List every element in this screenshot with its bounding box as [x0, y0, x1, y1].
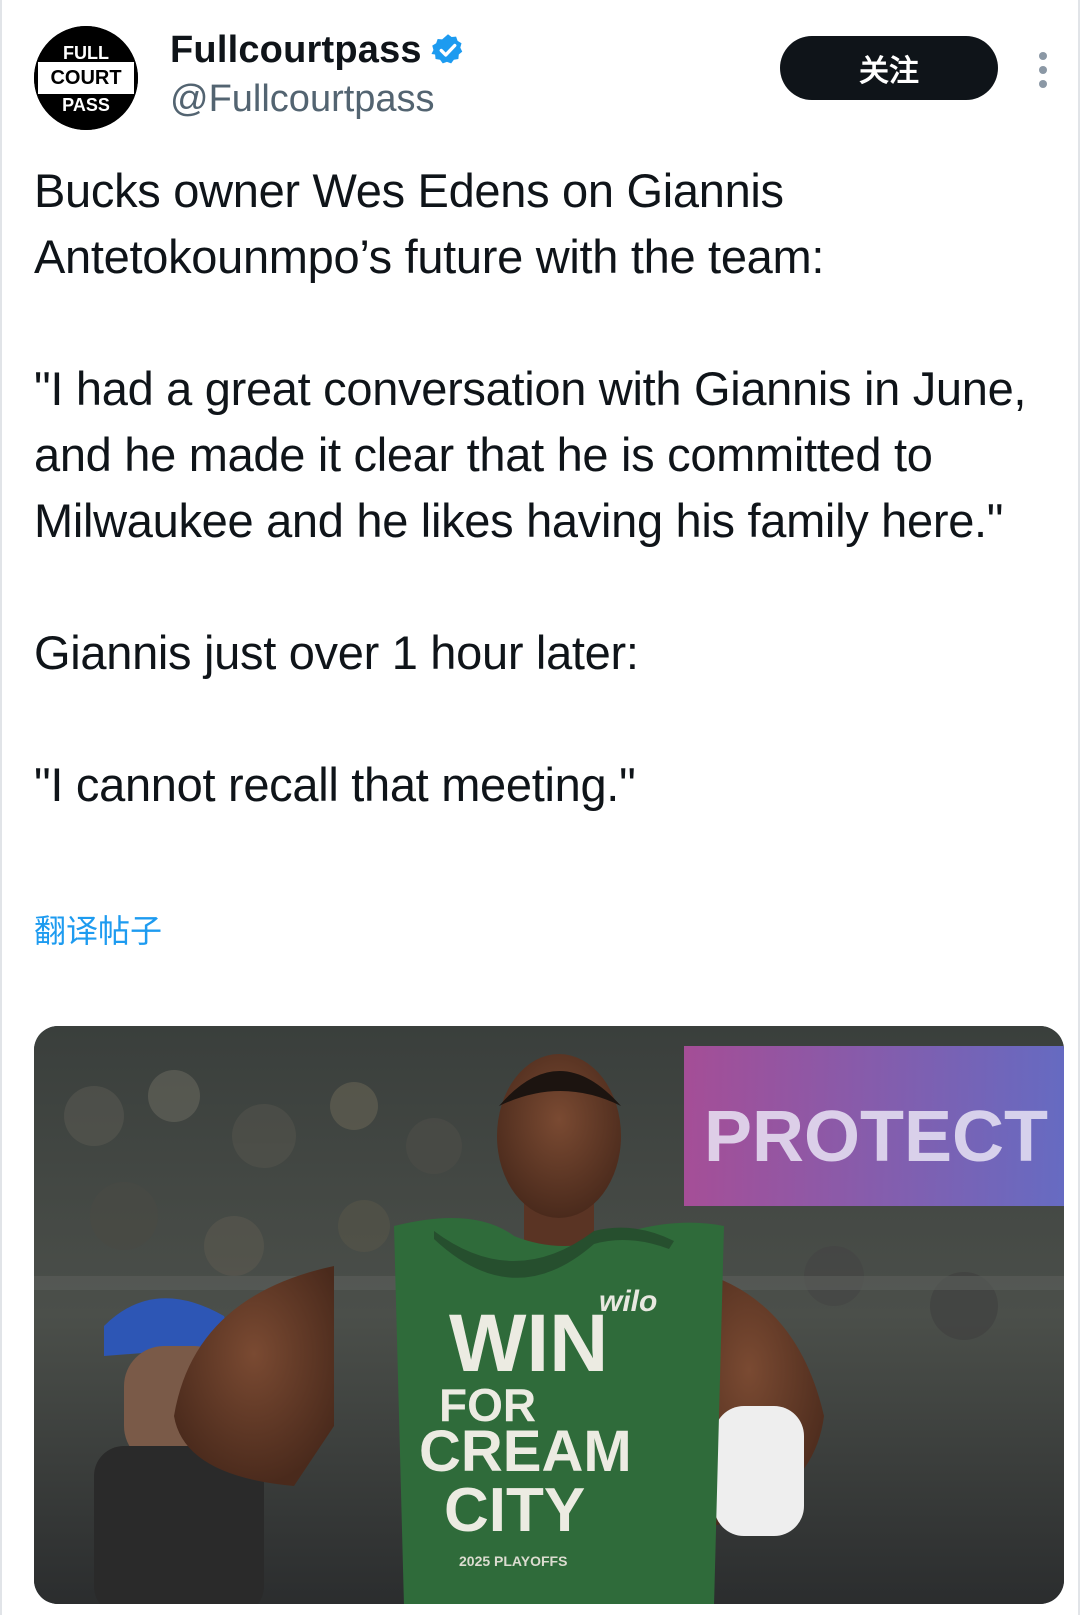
verified-badge-icon — [431, 34, 463, 64]
translate-post-link[interactable]: 翻译帖子 — [34, 906, 162, 952]
name-row: Fullcourtpass — [170, 22, 466, 78]
background-sign-text: PROTECT — [704, 1097, 1048, 1177]
account-handle[interactable]: @Fullcourtpass — [170, 78, 435, 121]
jersey-line-3: CREAM — [419, 1419, 632, 1484]
more-vertical-icon[interactable] — [1030, 48, 1056, 92]
display-name[interactable]: Fullcourtpass — [170, 29, 422, 72]
tweet-text: Bucks owner Wes Edens on Giannis Antetok… — [34, 158, 1044, 818]
left-border — [0, 0, 2, 1615]
logo-line-1: FULL — [63, 43, 109, 63]
logo-line-3: PASS — [62, 95, 110, 115]
tweet-header: FULL COURT PASS Fullcourtpass @Fullcourt… — [0, 0, 1080, 140]
tweet-paragraph: "I had a great conversation with Giannis… — [34, 362, 1027, 547]
jersey-line-1: WIN — [449, 1298, 608, 1389]
avatar[interactable]: FULL COURT PASS — [34, 26, 138, 130]
jersey-small-text: 2025 PLAYOFFS — [459, 1553, 567, 1569]
tweet-paragraph: Bucks owner Wes Edens on Giannis Antetok… — [34, 164, 825, 283]
follow-button[interactable]: 关注 — [780, 36, 998, 100]
logo-line-2: COURT — [50, 67, 121, 89]
tweet-media-photo[interactable]: PROTECT wilo WIN FOR CREAM CITY 2025 PLA… — [34, 1026, 1064, 1604]
jersey-line-4: CITY — [444, 1476, 585, 1545]
tweet-paragraph: Giannis just over 1 hour later: — [34, 626, 639, 679]
tweet-paragraph: "I cannot recall that meeting." — [34, 758, 636, 811]
player-photo: PROTECT wilo WIN FOR CREAM CITY 2025 PLA… — [34, 1026, 1064, 1604]
fullcourtpass-logo-icon: FULL COURT PASS — [34, 26, 138, 130]
